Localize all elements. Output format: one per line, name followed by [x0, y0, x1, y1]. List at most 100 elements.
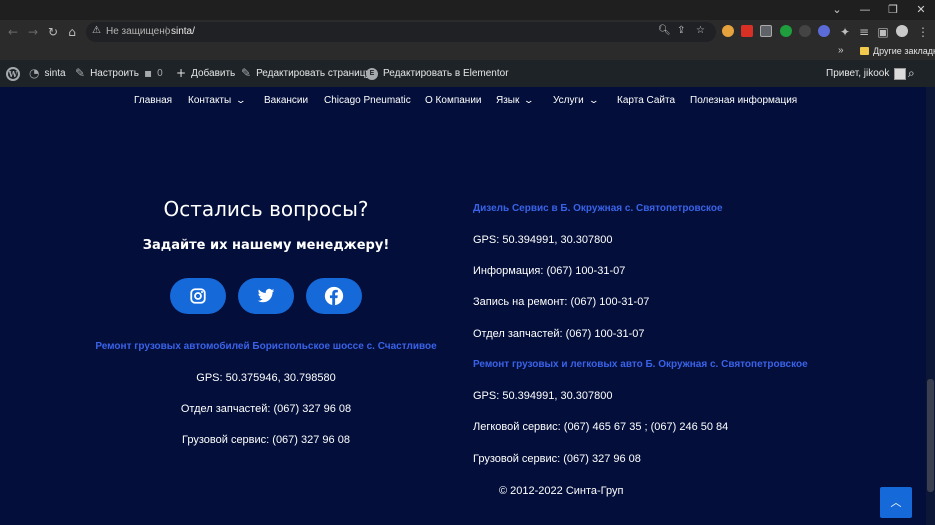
menu-item-contacts[interactable]: Контакты ⌄ [188, 95, 247, 106]
contact-line: Грузовой сервис: (067) 327 96 08 [473, 453, 641, 465]
bookmarks-bar: » Другие закладки [0, 43, 935, 60]
comments-count: 0 [157, 68, 163, 79]
contact-line: Грузовой сервис: (067) 327 96 08 [182, 434, 350, 446]
site-main-menu: Главная Контакты ⌄ Вакансии Chicago Pneum… [0, 87, 935, 115]
edit-page-link[interactable]: ✎ Редактировать страницу [241, 60, 370, 87]
location-heading-borispol[interactable]: Ремонт грузовых автомобилей Бориспольско… [84, 341, 448, 352]
menu-item-vacancies[interactable]: Вакансии [264, 95, 308, 106]
extension-icon[interactable] [722, 25, 734, 37]
comments-link[interactable]: ▪ 0 [144, 60, 163, 87]
add-new-label: Добавить [191, 68, 236, 79]
reading-list-icon[interactable]: ≡ [855, 23, 873, 41]
edit-elementor-label: Редактировать в Elementor [383, 68, 509, 79]
comment-icon: ▪ [144, 66, 153, 80]
facebook-button[interactable] [306, 278, 362, 314]
contact-line: Отдел запчастей: (067) 327 96 08 [180, 403, 352, 415]
extensions-puzzle-icon[interactable]: ✦ [836, 23, 854, 41]
address-separator: | [165, 26, 168, 37]
extension-icon[interactable] [799, 25, 811, 37]
dashboard-icon: ◔ [29, 66, 40, 80]
add-new-link[interactable]: + Добавить [176, 60, 235, 87]
location-heading-car-repair[interactable]: Ремонт грузовых и легковых авто Б. Окруж… [473, 359, 808, 370]
site-name-link[interactable]: ◔ sinta [29, 60, 66, 87]
insecure-label: Не защищено [106, 26, 171, 37]
restore-icon[interactable]: ❐ [879, 2, 907, 18]
customize-link[interactable]: ✎ Настроить [75, 60, 139, 87]
instagram-icon [190, 288, 206, 304]
profile-avatar-icon[interactable] [896, 25, 908, 37]
wordpress-icon: W [6, 66, 20, 81]
back-icon[interactable]: ← [4, 23, 22, 41]
menu-item-useful-info[interactable]: Полезная информация [690, 95, 797, 106]
address-bar[interactable]: ⚠ Не защищено | sinta/ 🔍︎ ⇪ ☆ [86, 22, 716, 42]
scrollbar-thumb[interactable] [927, 379, 934, 492]
elementor-icon: E [366, 67, 378, 80]
edit-elementor-link[interactable]: E Редактировать в Elementor [366, 60, 509, 87]
search-icon: ⌕ [908, 66, 915, 80]
back-to-top-button[interactable]: ︿ [880, 487, 912, 518]
minimize-icon[interactable]: — [851, 2, 879, 18]
browser-menu-icon[interactable]: ⋮ [914, 23, 932, 41]
home-icon[interactable]: ⌂ [63, 23, 81, 41]
chevron-down-icon: ⌄ [235, 96, 247, 106]
menu-item-label: Услуги [553, 95, 584, 106]
menu-item-about[interactable]: О Компании [425, 95, 482, 106]
share-icon[interactable]: ⇪ [677, 25, 685, 36]
greeting-label: Привет, jikook [826, 68, 890, 79]
menu-item-language[interactable]: Язык ⌄ [496, 95, 535, 106]
menu-item-home[interactable]: Главная [134, 95, 172, 106]
contact-subline: Задайте их нашему менеджеру! [142, 238, 390, 253]
forward-icon[interactable]: → [24, 23, 42, 41]
chevron-down-icon: ⌄ [523, 96, 535, 106]
admin-search-button[interactable]: ⌕ [908, 60, 915, 87]
warning-icon: ⚠ [92, 25, 101, 36]
contact-line: GPS: 50.394991, 30.307800 [473, 390, 613, 402]
edit-page-label: Редактировать страницу [256, 68, 371, 79]
contact-headline: Остались вопросы? [163, 197, 369, 221]
extension-icon[interactable] [741, 25, 753, 37]
menu-item-label: Язык [496, 95, 520, 106]
extension-icon[interactable] [818, 25, 830, 37]
contact-line: Легковой сервис: (067) 465 67 35 ; (067)… [473, 421, 729, 433]
url-text[interactable]: sinta/ [171, 26, 195, 37]
site-name-label: sinta [44, 68, 66, 79]
other-bookmarks-folder[interactable]: Другие закладки [873, 46, 935, 56]
facebook-icon [324, 286, 344, 306]
menu-item-chicago-pneumatic[interactable]: Chicago Pneumatic [324, 95, 411, 106]
twitter-icon [257, 288, 275, 303]
menu-item-sitemap[interactable]: Карта Сайта [617, 95, 675, 106]
plus-icon: + [176, 66, 187, 80]
contact-line: GPS: 50.375946, 30.798580 [196, 372, 336, 384]
extension-icon[interactable] [780, 25, 792, 37]
customize-label: Настроить [90, 68, 139, 79]
avatar [894, 67, 907, 80]
tab-search-icon[interactable]: ⌄ [823, 2, 851, 18]
wp-logo-button[interactable]: W [6, 60, 20, 87]
bookmarks-overflow-button[interactable]: » [838, 45, 844, 56]
menu-item-label: Контакты [188, 95, 232, 106]
contact-line: GPS: 50.394991, 30.307800 [473, 234, 613, 246]
extension-icon[interactable] [760, 25, 772, 37]
contact-line: Информация: (067) 100-31-07 [473, 265, 626, 277]
zoom-icon[interactable]: 🔍︎ [658, 25, 671, 36]
menu-item-services[interactable]: Услуги ⌄ [553, 95, 600, 106]
wp-admin-bar: W ◔ sinta ✎ Настроить ▪ 0 + Добавить ✎ Р… [0, 60, 935, 87]
browser-toolbar: ← → ↻ ⌂ ⚠ Не защищено | sinta/ 🔍︎ ⇪ ☆ ✦ … [0, 20, 935, 43]
chevron-up-icon: ︿ [890, 496, 902, 509]
reload-icon[interactable]: ↻ [44, 23, 62, 41]
close-window-icon[interactable]: ✕ [907, 2, 935, 18]
twitter-button[interactable] [238, 278, 294, 314]
chevron-down-icon: ⌄ [587, 96, 600, 106]
copyright-text: © 2012-2022 Синта-Груп [499, 485, 624, 497]
side-panel-icon[interactable]: ▣ [874, 23, 892, 41]
contact-line: Отдел запчастей: (067) 100-31-07 [473, 328, 645, 340]
folder-icon [860, 47, 869, 55]
brush-icon: ✎ [75, 66, 86, 80]
instagram-button[interactable] [170, 278, 226, 314]
bookmark-star-icon[interactable]: ☆ [696, 25, 705, 36]
pencil-icon: ✎ [241, 66, 252, 80]
location-heading-diesel-service[interactable]: Дизель Сервис в Б. Окружная с. Святопетр… [473, 203, 723, 214]
account-menu[interactable]: Привет, jikook [826, 60, 907, 87]
contact-line: Запись на ремонт: (067) 100-31-07 [473, 296, 650, 308]
browser-title-bar: ⌄ — ❐ ✕ [0, 0, 935, 20]
